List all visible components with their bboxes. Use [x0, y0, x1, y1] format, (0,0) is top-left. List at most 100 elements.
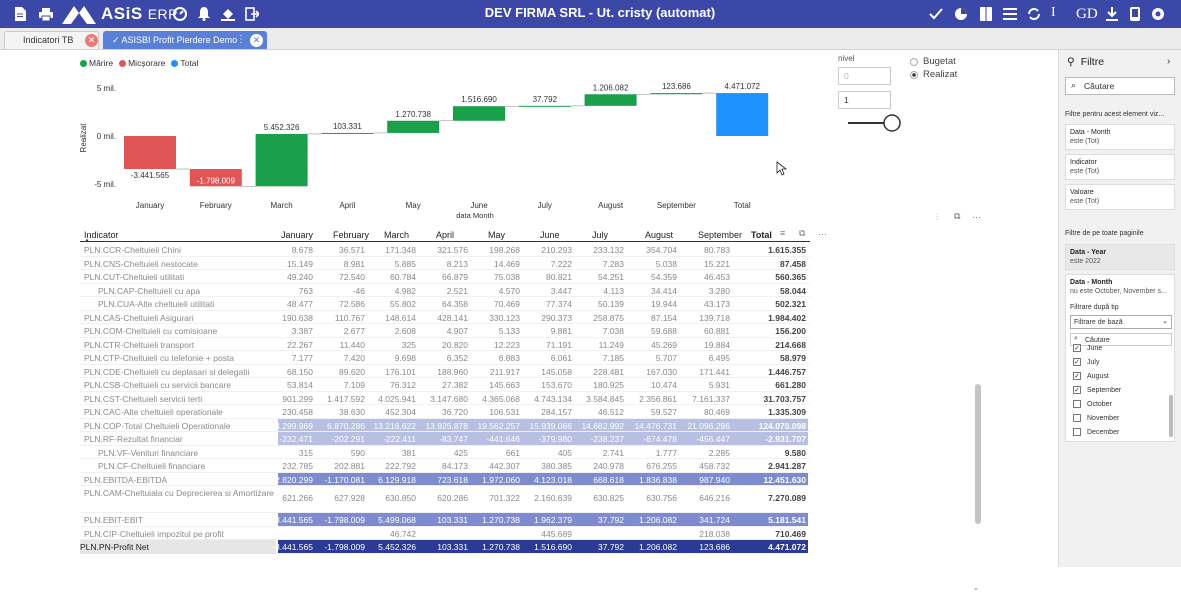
table-row[interactable]: PLN.CF-Cheltuieli financiare 232.785 202.8…: [80, 459, 810, 473]
more-options-icon[interactable]: …: [972, 210, 981, 220]
row-label[interactable]: PLN.CCR-Cheltuieli Chini: [84, 245, 181, 255]
table-row[interactable]: PLN.EBITDA-EBITDA -2.820.299 -1.170.081 6.1…: [80, 472, 810, 486]
col-header-september[interactable]: September: [698, 230, 742, 240]
table-row[interactable]: PLN.CAM-Cheltuiala cu Deprecierea si Amo…: [80, 486, 810, 513]
table-row[interactable]: PLN.CSB-Cheltuieli cu servicii bancare 53…: [80, 378, 810, 392]
row-label[interactable]: PLN.CIP-Cheltuieli impozitul pe profit: [84, 529, 224, 539]
month-option-august[interactable]: ✓ August: [1073, 372, 1109, 380]
month-list-scrollbar[interactable]: [1169, 395, 1173, 437]
radio-bugetat[interactable]: Bugetat: [910, 56, 956, 67]
collapse-pane-icon[interactable]: ›: [1167, 56, 1170, 67]
table-row[interactable]: PLN.CUA-Alte cheltuieli utilitati 48.477 7…: [80, 297, 810, 311]
table-row[interactable]: PLN.COP-Total Cheltuieli Operationale 4.2…: [80, 418, 810, 432]
row-label[interactable]: PLN.CUA-Alte cheltuieli utilitati: [84, 299, 214, 309]
waterfall-bar-march[interactable]: [255, 133, 308, 187]
table-row[interactable]: PLN.CTR-Cheltuieli transport 22.267 11.440…: [80, 338, 810, 351]
radio-realizat[interactable]: Realizat: [910, 69, 957, 80]
user-initials[interactable]: GD: [1076, 6, 1098, 23]
month-option-july[interactable]: ✓ July: [1073, 358, 1099, 366]
sync-icon[interactable]: [1026, 6, 1042, 22]
table-row[interactable]: PLN.CAP-Cheltuieli cu apa 763 -46 4.982 2.52…: [80, 284, 810, 297]
row-label[interactable]: PLN.VF-Venituri financiare: [84, 448, 198, 458]
month-option-december[interactable]: December: [1073, 428, 1119, 436]
row-label[interactable]: PLN.COP-Total Cheltuieli Operationale: [84, 421, 230, 431]
bell-icon[interactable]: [196, 6, 212, 22]
table-row[interactable]: PLN.CIP-Cheltuieli impozitul pe profit 46…: [80, 527, 810, 540]
filter-type-select[interactable]: Filtrare de bază ⌄: [1070, 315, 1172, 329]
col-header-march[interactable]: March: [384, 230, 409, 240]
row-label[interactable]: PLN.CUT-Cheltuieli utilitati: [84, 272, 184, 282]
col-header-july[interactable]: July: [592, 230, 608, 240]
nivel-value-input[interactable]: 1: [838, 91, 891, 109]
logout-icon[interactable]: [244, 6, 260, 22]
expand-icon[interactable]: ⧉: [799, 228, 805, 239]
paint-bucket-icon[interactable]: [220, 6, 236, 22]
waterfall-bar-january[interactable]: [124, 136, 176, 170]
book-icon[interactable]: [978, 6, 994, 22]
row-label[interactable]: PLN.CAC-Alte cheltuieli operationale: [84, 407, 223, 417]
row-label[interactable]: PLN.CNS-Cheltuieli nestocate: [84, 259, 198, 269]
settings-icon[interactable]: [1150, 6, 1166, 22]
table-row[interactable]: PLN.CST-Cheltuieli servicii terti 901.299…: [80, 392, 810, 405]
row-label[interactable]: PLN.CAP-Cheltuieli cu apa: [84, 286, 200, 296]
table-row[interactable]: PLN.CCR-Cheltuieli Chini 8.678 36.571 171.3…: [80, 243, 810, 257]
row-label[interactable]: PLN.COM-Cheltuieli cu comisioane: [84, 326, 217, 336]
dashboard-icon[interactable]: [172, 6, 188, 22]
waterfall-bar-august[interactable]: [584, 94, 637, 106]
waterfall-bar-total[interactable]: [716, 93, 769, 136]
waterfall-bar-may[interactable]: [387, 120, 440, 133]
table-row[interactable]: PLN.CDE-Cheltuieli cu deplasari si deleg…: [80, 365, 810, 378]
scroll-down-icon[interactable]: ⌄: [973, 584, 979, 592]
row-label[interactable]: PLN.EBIT-EBIT: [84, 515, 143, 525]
print-icon[interactable]: [38, 6, 54, 22]
table-row[interactable]: PLN.CAC-Alte cheltuieli operationale 230.…: [80, 405, 810, 419]
table-scrollbar[interactable]: [974, 384, 982, 584]
table-row[interactable]: PLN.CNS-Cheltuieli nestocate 15.149 8.981 5…: [80, 257, 810, 270]
waterfall-bar-april[interactable]: [321, 132, 374, 134]
tab-asisbi-profit-pierdere[interactable]: ✓ ASISBI Profit Pierdere Demo ⋮ ✕: [103, 31, 267, 49]
filters-search-input[interactable]: ⌕ Căutare: [1065, 77, 1175, 95]
waterfall-chart[interactable]: Realizat data Month 5 mil.0 mil.-5 mil. …: [80, 78, 820, 248]
filter-card-data-month[interactable]: Data - Month este (Tot): [1065, 124, 1175, 150]
scrollbar-thumb[interactable]: [975, 384, 981, 524]
col-header-april[interactable]: April: [436, 230, 454, 240]
filter-card-valoare[interactable]: Valoare este (Tot): [1065, 184, 1175, 210]
col-header-january[interactable]: January: [281, 230, 313, 240]
row-label[interactable]: PLN.CDE-Cheltuieli cu deplasari si deleg…: [84, 367, 249, 377]
filter-card-data-year[interactable]: Data - Year este 2022: [1065, 244, 1175, 270]
row-label[interactable]: PLN.PN-Profit Net: [80, 540, 276, 554]
table-row[interactable]: PLN.CAS-Cheltuieli Asigurari 190.638 110.7…: [80, 311, 810, 324]
waterfall-bar-september[interactable]: [650, 93, 703, 95]
row-label[interactable]: PLN.CTP-Cheltuieli cu telefonie + posta: [84, 353, 234, 363]
tab-indicatori-tb[interactable]: Indicatori TB ✕: [4, 31, 99, 49]
sort-filter-icon[interactable]: ≡: [780, 228, 785, 238]
table-row[interactable]: PLN.CTP-Cheltuieli cu telefonie + posta 7…: [80, 351, 810, 365]
close-tab-icon[interactable]: ✕: [85, 34, 98, 47]
pie-chart-icon[interactable]: [953, 6, 969, 22]
menu-list-icon[interactable]: [1002, 6, 1018, 22]
row-label[interactable]: PLN.CTR-Cheltuieli transport: [84, 340, 194, 350]
col-header-february[interactable]: February: [333, 230, 369, 240]
month-option-june[interactable]: ✓ June: [1073, 344, 1102, 352]
row-label[interactable]: PLN.CST-Cheltuieli servicii terti: [84, 394, 202, 404]
row-label[interactable]: PLN.RF-Rezultat financiar: [84, 434, 183, 444]
row-label[interactable]: PLN.CAS-Cheltuieli Asigurari: [84, 313, 194, 323]
col-header-june[interactable]: June: [540, 230, 560, 240]
nivel-min-input[interactable]: 0: [838, 67, 891, 85]
table-row[interactable]: PLN.RF-Rezultat financiar -232.471 -202.29…: [80, 432, 810, 446]
more-icon[interactable]: …: [818, 227, 827, 237]
table-row[interactable]: PLN.VF-Venituri financiare 315 590 381 425 66…: [80, 446, 810, 459]
month-option-september[interactable]: ✓ September: [1073, 386, 1121, 394]
row-label[interactable]: PLN.CAM-Cheltuiala cu Deprecierea si Amo…: [84, 488, 274, 499]
mobile-icon[interactable]: [1127, 6, 1143, 22]
col-header-may[interactable]: May: [488, 230, 505, 240]
waterfall-bar-july[interactable]: [518, 105, 571, 107]
table-row[interactable]: PLN.CUT-Cheltuieli utilitati 49.240 72.540…: [80, 270, 810, 284]
checkmark-icon[interactable]: [928, 6, 944, 22]
row-label[interactable]: PLN.CSB-Cheltuieli cu servicii bancare: [84, 380, 231, 390]
month-option-october[interactable]: October: [1073, 400, 1112, 408]
more-vertical-icon[interactable]: ⋮: [236, 34, 246, 45]
close-tab-icon[interactable]: ✕: [250, 34, 263, 47]
col-header-total[interactable]: Total: [751, 230, 772, 240]
download-icon[interactable]: [1104, 6, 1120, 22]
